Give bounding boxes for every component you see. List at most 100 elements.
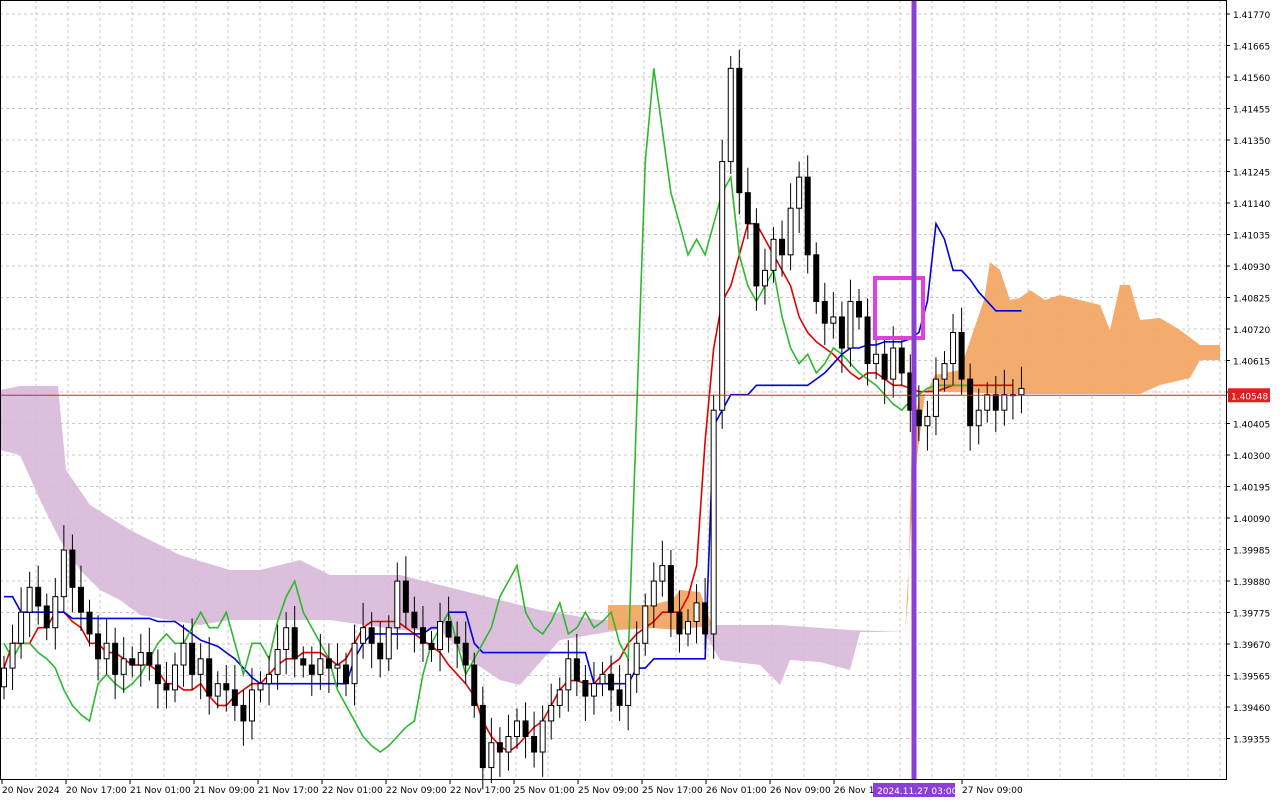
candle-bullish <box>394 580 401 629</box>
candle-bullish <box>590 683 597 697</box>
price-tick-label: 1.40405 <box>1233 421 1270 431</box>
candle-bearish <box>531 735 538 753</box>
candle-bearish <box>308 664 315 675</box>
candle-bullish <box>9 642 16 669</box>
price-tick-label: 1.40195 <box>1233 484 1270 494</box>
price-tick-label: 1.41560 <box>1233 74 1270 84</box>
candle-bullish <box>685 621 691 635</box>
price-tick-label: 1.40825 <box>1233 295 1270 305</box>
candle-bearish <box>779 238 786 256</box>
candle-bullish <box>266 673 273 685</box>
candle-bullish <box>625 673 632 706</box>
candle-bearish <box>496 742 503 753</box>
candle-bearish <box>77 586 84 613</box>
candle-bearish <box>69 549 76 588</box>
candle-bullish <box>565 658 572 691</box>
candle-bearish <box>804 176 811 256</box>
price-chart[interactable]: 1.41770 1.41665 1.41560 1.41455 1.41350 1.412… <box>0 0 1280 800</box>
candle-bullish <box>214 683 221 697</box>
time-tick-label: 25 Nov 09:00 <box>578 786 639 796</box>
candle-bullish <box>932 378 939 417</box>
time-axis[interactable]: 20 Nov 2024 20 Nov 17:00 21 Nov 01:00 21 No… <box>1 780 1023 797</box>
candle-bullish <box>796 176 803 209</box>
price-tick-label: 1.41665 <box>1233 43 1270 53</box>
candle-bullish <box>693 602 700 623</box>
candle-bullish <box>360 627 367 644</box>
time-tick-label: 22 Nov 09:00 <box>386 786 447 796</box>
candle-bearish <box>573 658 580 682</box>
candle-bullish <box>26 586 33 613</box>
current-price-label: 1.40548 <box>1231 392 1268 402</box>
time-tick-label: 26 Nov 01:00 <box>706 786 767 796</box>
price-tick-label: 1.41350 <box>1233 137 1270 147</box>
candle-bearish <box>223 683 230 691</box>
candle-bullish <box>975 409 982 427</box>
time-tick-label: 20 Nov 2024 <box>2 786 60 796</box>
candle-bearish <box>300 658 307 666</box>
price-tick-label: 1.40090 <box>1233 515 1270 525</box>
candle-bearish <box>838 316 845 349</box>
price-tick-label: 1.40930 <box>1233 263 1270 273</box>
candle-bearish <box>915 409 922 427</box>
price-tick-label: 1.40615 <box>1233 358 1270 368</box>
candle-bearish <box>206 658 213 697</box>
candle-bearish <box>864 316 871 365</box>
candle-bullish <box>257 683 264 691</box>
candle-bearish <box>402 580 409 613</box>
price-tick-label: 1.39670 <box>1233 641 1270 651</box>
price-tick-label: 1.39985 <box>1233 547 1270 557</box>
candle-bearish <box>189 642 196 675</box>
cloud-bullish-main <box>905 262 1220 632</box>
time-tick-label: 22 Nov 17:00 <box>450 786 511 796</box>
candle-bearish <box>967 378 974 427</box>
candle-bullish <box>274 648 281 675</box>
candle-bearish <box>608 673 615 691</box>
candle-bearish <box>325 658 332 669</box>
candle-bullish <box>727 67 734 163</box>
candle-bullish <box>18 611 25 644</box>
candle-bearish <box>343 664 349 685</box>
candle-bullish <box>873 353 880 365</box>
price-tick-label: 1.40300 <box>1233 452 1270 462</box>
candle-bearish <box>411 611 418 629</box>
price-tick-label: 1.41455 <box>1233 106 1270 116</box>
candle-bearish <box>582 680 589 697</box>
price-tick-label: 1.39880 <box>1233 578 1270 588</box>
time-tick-label: 22 Nov 01:00 <box>322 786 383 796</box>
candle-bearish <box>462 642 469 666</box>
candle-bullish <box>103 642 110 660</box>
candle-bearish <box>154 664 161 685</box>
candle-bullish <box>984 394 991 411</box>
candle-bullish <box>120 658 127 675</box>
candle-bullish <box>351 642 358 685</box>
candle-bearish <box>291 627 298 660</box>
candle-bearish <box>95 633 102 660</box>
candle-bullish <box>548 704 555 722</box>
candle-bearish <box>146 652 153 666</box>
price-tick-label: 1.41140 <box>1233 200 1270 210</box>
time-tick-label: 21 Nov 17:00 <box>258 786 319 796</box>
candle-bearish <box>419 627 426 644</box>
price-tick-label: 1.39565 <box>1233 673 1270 683</box>
price-tick-label: 1.41035 <box>1233 232 1270 242</box>
candle-bullish <box>505 735 512 753</box>
candle-bullish <box>787 207 794 256</box>
candle-bullish <box>642 605 649 644</box>
candle-bearish <box>240 704 247 722</box>
candle-bearish <box>43 605 50 629</box>
candle-bearish <box>813 254 820 302</box>
candle-bullish <box>60 549 67 598</box>
candle-bullish <box>770 238 777 271</box>
candle-bearish <box>163 683 170 691</box>
time-tick-label: 26 Nov 1 <box>834 786 874 796</box>
candle-bullish <box>941 363 948 380</box>
candle-bearish <box>377 642 384 660</box>
time-tick-label: 21 Nov 01:00 <box>130 786 191 796</box>
candle-bearish <box>35 586 42 607</box>
candle-bullish <box>197 658 204 675</box>
price-axis[interactable]: 1.41770 1.41665 1.41560 1.41455 1.41350 1.412… <box>1226 11 1270 746</box>
chart-window[interactable]: 1.41770 1.41665 1.41560 1.41455 1.41350 1.412… <box>0 0 1280 800</box>
candle-bullish <box>710 409 717 635</box>
candle-bearish <box>702 602 709 635</box>
candle-bullish <box>180 642 187 666</box>
